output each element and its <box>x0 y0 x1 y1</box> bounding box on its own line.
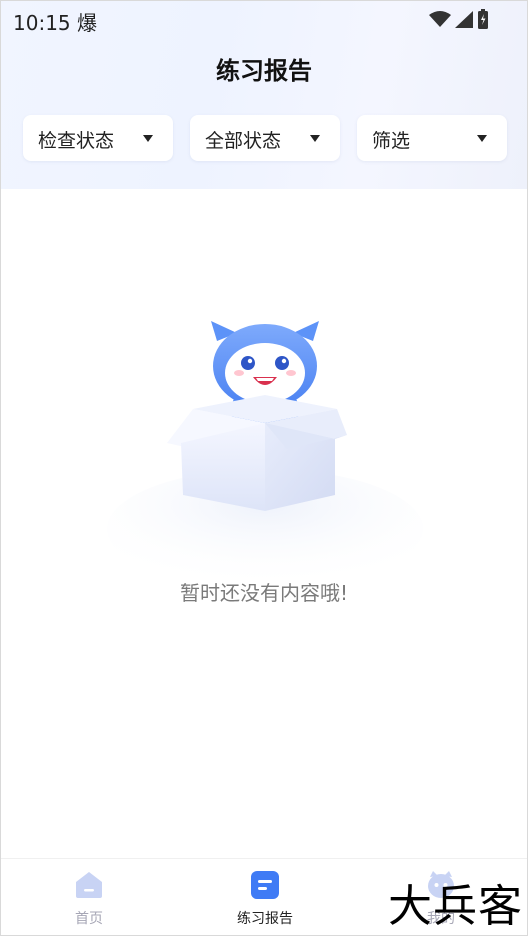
report-icon <box>251 871 279 899</box>
caret-down-icon <box>310 135 320 142</box>
nav-label-home: 首页 <box>75 911 103 927</box>
caret-down-icon <box>143 135 153 142</box>
caret-down-icon <box>477 135 487 142</box>
status-time-value: 10:15 <box>13 11 71 35</box>
filter-bar: 检查状态 全部状态 筛选 <box>23 115 507 161</box>
battery-icon <box>478 9 488 29</box>
nav-label-report: 练习报告 <box>237 911 293 927</box>
signal-icon <box>455 10 473 28</box>
nav-tab-home[interactable]: 首页 <box>29 869 149 928</box>
empty-state-message: 暂时还没有内容哦! <box>179 581 349 605</box>
page-title: 练习报告 <box>216 57 312 85</box>
filter-check-status-dropdown[interactable]: 检查状态 <box>23 115 173 161</box>
filter-label: 筛选 <box>372 130 411 152</box>
home-icon <box>76 872 102 898</box>
filter-label: 检查状态 <box>38 130 115 152</box>
wifi-icon <box>429 11 451 27</box>
nav-tab-report[interactable]: 练习报告 <box>205 869 325 928</box>
status-time: 10:15 爆 <box>13 7 97 36</box>
status-bar: 10:15 爆 <box>1 1 527 37</box>
app-screen: 10:15 爆 练习报告 检查状态 全部状态 筛选 暂时还没有内容哦! 首页 练… <box>0 0 528 936</box>
filter-all-status-dropdown[interactable]: 全部状态 <box>190 115 340 161</box>
watermark-logo: 大兵客 <box>388 881 523 932</box>
status-extra-glyph: 爆 <box>77 11 97 35</box>
filter-screen-dropdown[interactable]: 筛选 <box>357 115 507 161</box>
status-icons <box>429 9 489 29</box>
cat-in-box-illustration <box>107 321 423 581</box>
filter-label: 全部状态 <box>205 130 282 152</box>
